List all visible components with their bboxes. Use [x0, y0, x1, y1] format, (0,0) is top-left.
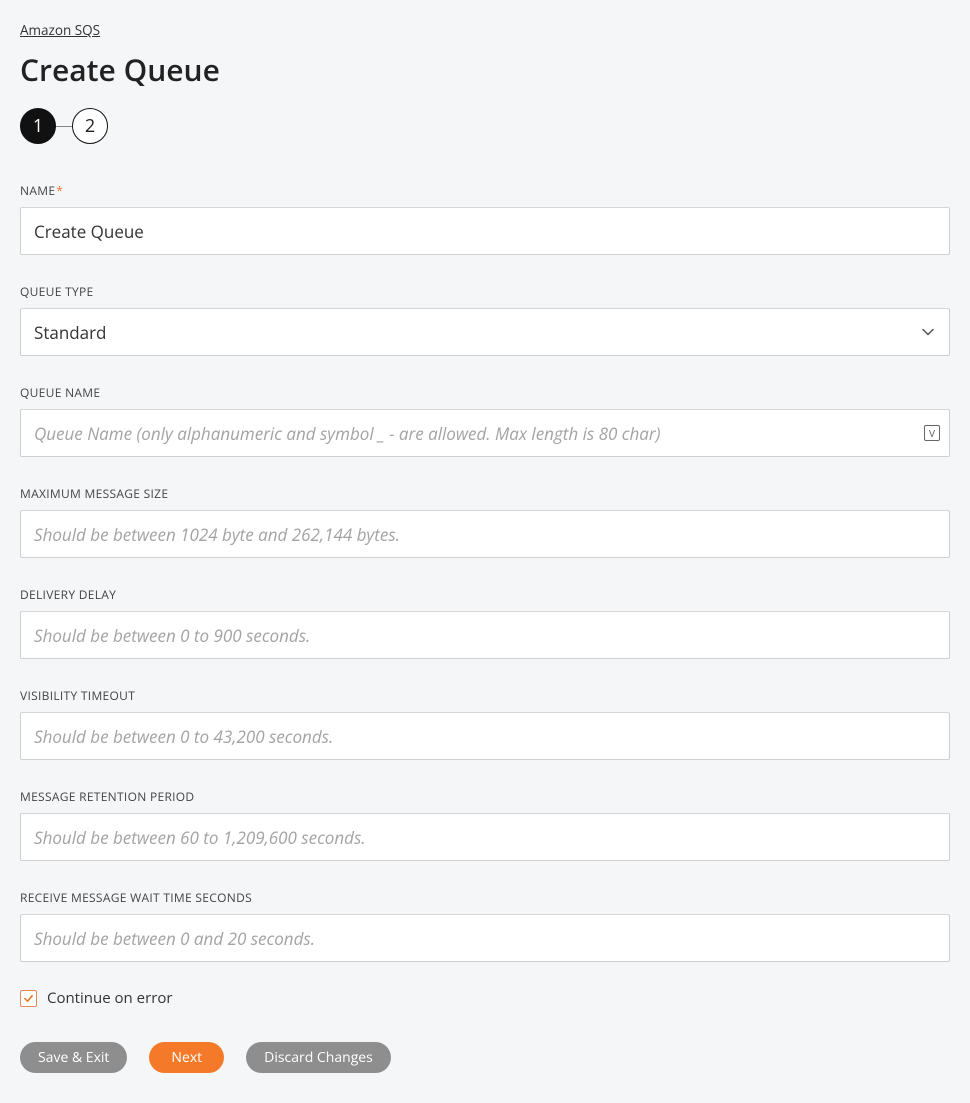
continue-on-error-checkbox[interactable]: [20, 990, 37, 1007]
field-visibility-timeout: VISIBILITY TIMEOUT: [20, 687, 950, 760]
continue-on-error-row: Continue on error: [20, 988, 950, 1008]
name-input[interactable]: [20, 207, 950, 255]
discard-button[interactable]: Discard Changes: [246, 1042, 391, 1073]
next-button[interactable]: Next: [149, 1042, 224, 1073]
visibility-timeout-label: VISIBILITY TIMEOUT: [20, 687, 950, 704]
max-msg-size-input[interactable]: [20, 510, 950, 558]
save-exit-button[interactable]: Save & Exit: [20, 1042, 127, 1073]
field-wait-time: RECEIVE MESSAGE WAIT TIME SECONDS: [20, 889, 950, 962]
delivery-delay-label: DELIVERY DELAY: [20, 586, 950, 603]
action-bar: Save & Exit Next Discard Changes: [20, 1042, 950, 1073]
validation-badge-icon: V: [924, 425, 940, 441]
field-max-msg-size: MAXIMUM MESSAGE SIZE: [20, 485, 950, 558]
field-queue-name: QUEUE NAME V: [20, 384, 950, 457]
page-title: Create Queue: [20, 49, 950, 90]
step-1[interactable]: 1: [20, 108, 56, 144]
max-msg-size-label: MAXIMUM MESSAGE SIZE: [20, 485, 950, 502]
name-label: NAME*: [20, 182, 950, 199]
step-connector: [56, 126, 72, 127]
breadcrumb-link[interactable]: Amazon SQS: [20, 21, 100, 39]
queue-type-label: QUEUE TYPE: [20, 283, 950, 300]
wait-time-label: RECEIVE MESSAGE WAIT TIME SECONDS: [20, 889, 950, 906]
required-star: *: [56, 182, 63, 199]
wait-time-input[interactable]: [20, 914, 950, 962]
continue-on-error-label: Continue on error: [47, 988, 172, 1008]
queue-name-input[interactable]: [20, 409, 950, 457]
visibility-timeout-input[interactable]: [20, 712, 950, 760]
field-name: NAME*: [20, 182, 950, 255]
field-retention: MESSAGE RETENTION PERIOD: [20, 788, 950, 861]
delivery-delay-input[interactable]: [20, 611, 950, 659]
field-delivery-delay: DELIVERY DELAY: [20, 586, 950, 659]
queue-type-select[interactable]: Standard: [20, 308, 950, 356]
field-queue-type: QUEUE TYPE Standard: [20, 283, 950, 356]
stepper: 1 2: [20, 108, 950, 144]
queue-name-label: QUEUE NAME: [20, 384, 950, 401]
retention-label: MESSAGE RETENTION PERIOD: [20, 788, 950, 805]
retention-input[interactable]: [20, 813, 950, 861]
step-2[interactable]: 2: [72, 108, 108, 144]
name-label-text: NAME: [20, 182, 55, 199]
